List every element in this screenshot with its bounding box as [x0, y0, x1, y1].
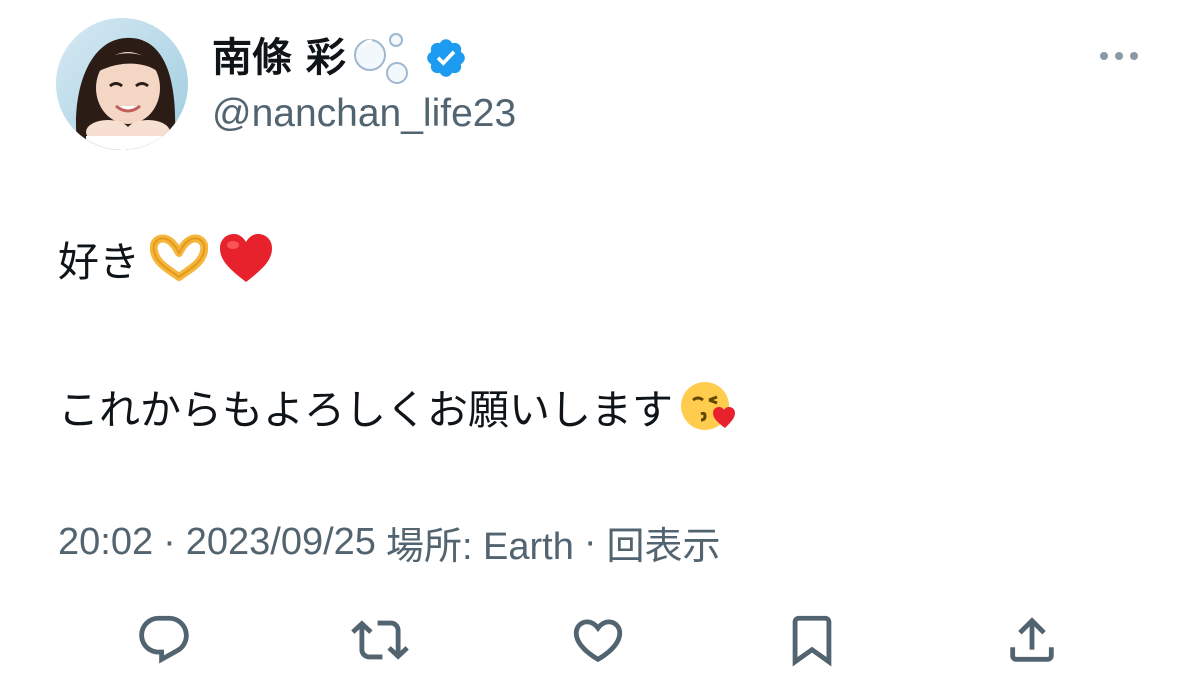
tweet-location: 場所: Earth: [385, 525, 574, 568]
tweet-views[interactable]: 回表示: [607, 515, 721, 570]
bubbles-icon: [353, 33, 408, 84]
tweet-text: 好き: [58, 238, 140, 286]
bookmark-button[interactable]: [780, 608, 844, 672]
retweet-button[interactable]: [348, 608, 412, 672]
tweet-text-line-1: 好き: [58, 226, 274, 290]
more-options-icon[interactable]: [1098, 46, 1140, 66]
tweet-time[interactable]: 20:02: [58, 521, 153, 564]
share-button[interactable]: [1000, 608, 1064, 672]
heart-hands-emoji: [150, 233, 208, 283]
display-name-row[interactable]: 南條 彩: [212, 26, 468, 90]
face-blowing-kiss-emoji: [679, 378, 735, 434]
user-handle[interactable]: @nanchan_life23: [212, 88, 516, 140]
meta-separator: ·: [583, 520, 597, 563]
red-heart-emoji: [218, 232, 274, 284]
share-icon: [1010, 617, 1054, 662]
verified-badge-icon: [427, 39, 465, 77]
tweet-date[interactable]: 2023/09/25: [186, 521, 376, 564]
avatar[interactable]: [56, 18, 188, 150]
display-name[interactable]: 南條 彩: [212, 38, 346, 78]
heart-icon: [573, 619, 623, 663]
profile-photo: [56, 18, 188, 150]
tweet-text: これからもよろしくお願いします: [58, 386, 673, 434]
reply-icon: [139, 615, 189, 664]
bookmark-icon: [792, 615, 832, 667]
reply-button[interactable]: [132, 608, 196, 672]
tweet-text-line-2: これからもよろしくお願いします: [58, 374, 735, 438]
retweet-icon: [351, 620, 409, 660]
tweet-meta: 20:02 · 2023/09/25 場所: Earth · 回表示: [58, 514, 721, 570]
meta-separator: ·: [163, 520, 176, 563]
like-button[interactable]: [566, 608, 630, 672]
